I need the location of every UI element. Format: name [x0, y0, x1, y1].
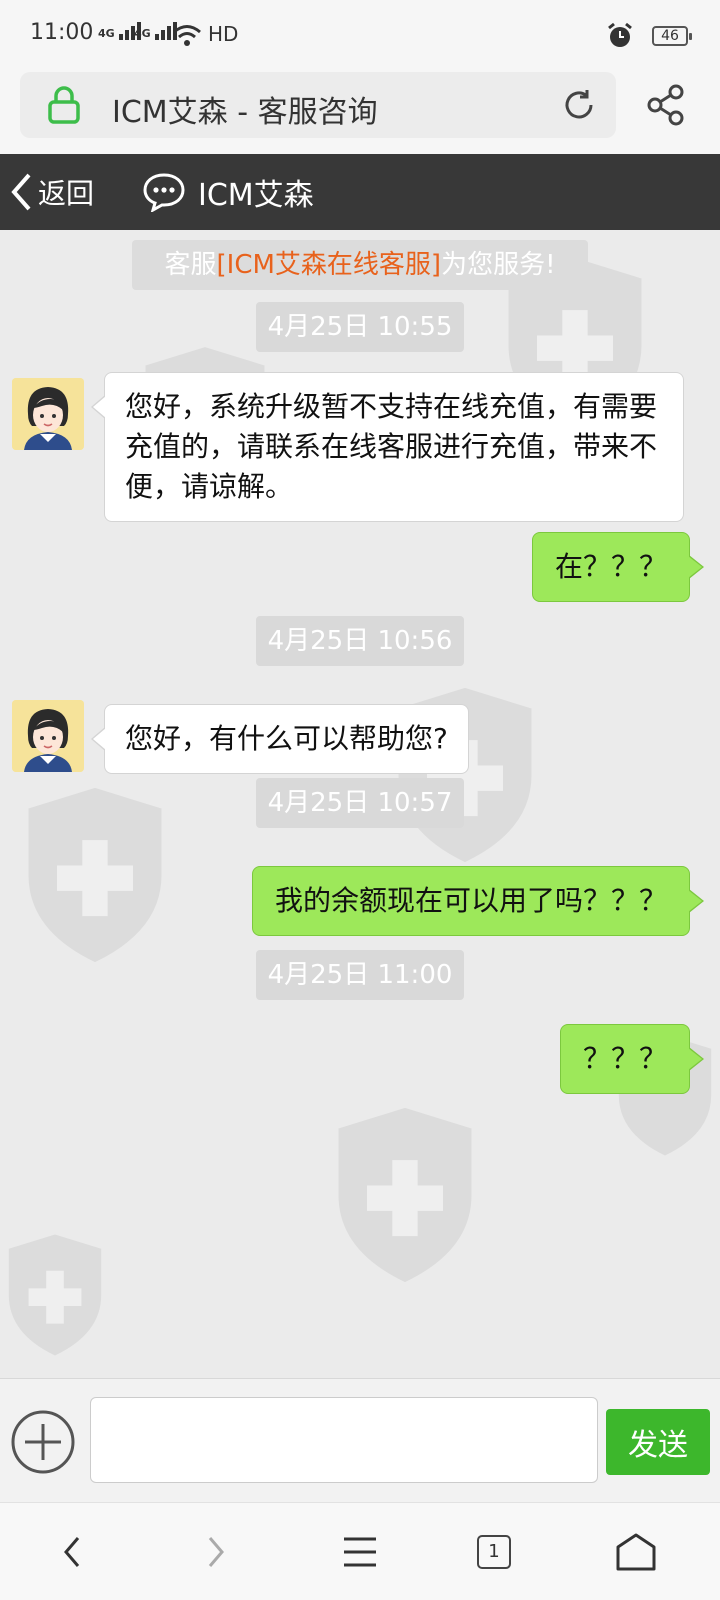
- timestamp: 4月25日 10:56: [256, 616, 464, 666]
- home-icon: [616, 1533, 656, 1571]
- share-icon[interactable]: [646, 84, 686, 126]
- back-label: 返回: [38, 177, 95, 210]
- nav-tabs-button[interactable]: 1: [434, 1503, 554, 1600]
- battery-level: 46: [661, 28, 679, 44]
- signal-icon: 4G: [134, 22, 177, 40]
- address-bar[interactable]: ICM艾森 - 客服咨询: [20, 72, 616, 138]
- notice-agent-name[interactable]: [ICM艾森在线客服]: [217, 250, 442, 280]
- message-input-bar: 发送: [0, 1378, 720, 1502]
- browser-bottom-nav: 1: [0, 1502, 720, 1600]
- reload-icon[interactable]: [560, 86, 598, 124]
- outgoing-message: 在？？？: [531, 532, 705, 602]
- signal-label: 4G: [98, 27, 115, 40]
- status-bar: 11:00 4G 4G HD 46: [0, 0, 720, 72]
- incoming-message: 您好，系统升级暂不支持在线充值，有需要充值的，请联系在线客服进行充值，带来不便，…: [91, 372, 684, 522]
- battery-icon: 46: [652, 26, 692, 46]
- incoming-message: 您好，有什么可以帮助您?: [91, 704, 469, 774]
- nav-home-button[interactable]: [576, 1503, 696, 1600]
- agent-avatar[interactable]: [12, 700, 84, 772]
- chat-title-group: ICM艾森: [142, 166, 314, 218]
- notice-suffix: 为您服务!: [441, 250, 556, 280]
- nav-back-button[interactable]: [12, 1503, 132, 1600]
- chat-message-list[interactable]: 客服[ICM艾森在线客服]为您服务! 4月25日 10:55 您好，系统升级暂不…: [0, 230, 720, 1378]
- chat-header: 返回 ICM艾森: [0, 154, 720, 230]
- tabs-icon: 1: [477, 1535, 511, 1569]
- back-button[interactable]: 返回: [10, 166, 94, 218]
- page-title: ICM艾森 - 客服咨询: [112, 95, 378, 130]
- outgoing-message: 我的余额现在可以用了吗？？？: [251, 866, 705, 936]
- send-button[interactable]: 发送: [606, 1409, 710, 1475]
- wifi-icon: [173, 25, 201, 46]
- agent-avatar-icon: [12, 700, 84, 772]
- status-time: 11:00: [30, 20, 94, 45]
- forward-arrow-icon: [208, 1537, 224, 1567]
- back-arrow-icon: [64, 1537, 80, 1567]
- timestamp: 4月25日 11:00: [256, 950, 464, 1000]
- timestamp: 4月25日 10:55: [256, 302, 464, 352]
- nav-menu-button[interactable]: [300, 1503, 420, 1600]
- chevron-left-icon: [11, 173, 31, 211]
- lock-icon: [48, 86, 80, 124]
- browser-address-area: ICM艾森 - 客服咨询: [0, 72, 720, 154]
- plus-icon[interactable]: [10, 1409, 76, 1475]
- timestamp: 4月25日 10:57: [256, 778, 464, 828]
- menu-icon: [344, 1537, 376, 1567]
- notice-prefix: 客服: [164, 250, 217, 280]
- alarm-icon: [608, 22, 632, 47]
- chat-bubble-icon: [143, 173, 185, 212]
- service-notice: 客服[ICM艾森在线客服]为您服务!: [132, 240, 588, 290]
- outgoing-message: ？？？: [559, 1024, 705, 1094]
- agent-avatar-icon: [12, 378, 84, 450]
- chat-title: ICM艾森: [198, 178, 314, 213]
- network-label: HD: [208, 22, 239, 46]
- agent-avatar[interactable]: [12, 378, 84, 450]
- nav-forward-button[interactable]: [156, 1503, 276, 1600]
- signal-label: 4G: [134, 27, 151, 40]
- message-input[interactable]: [90, 1397, 598, 1483]
